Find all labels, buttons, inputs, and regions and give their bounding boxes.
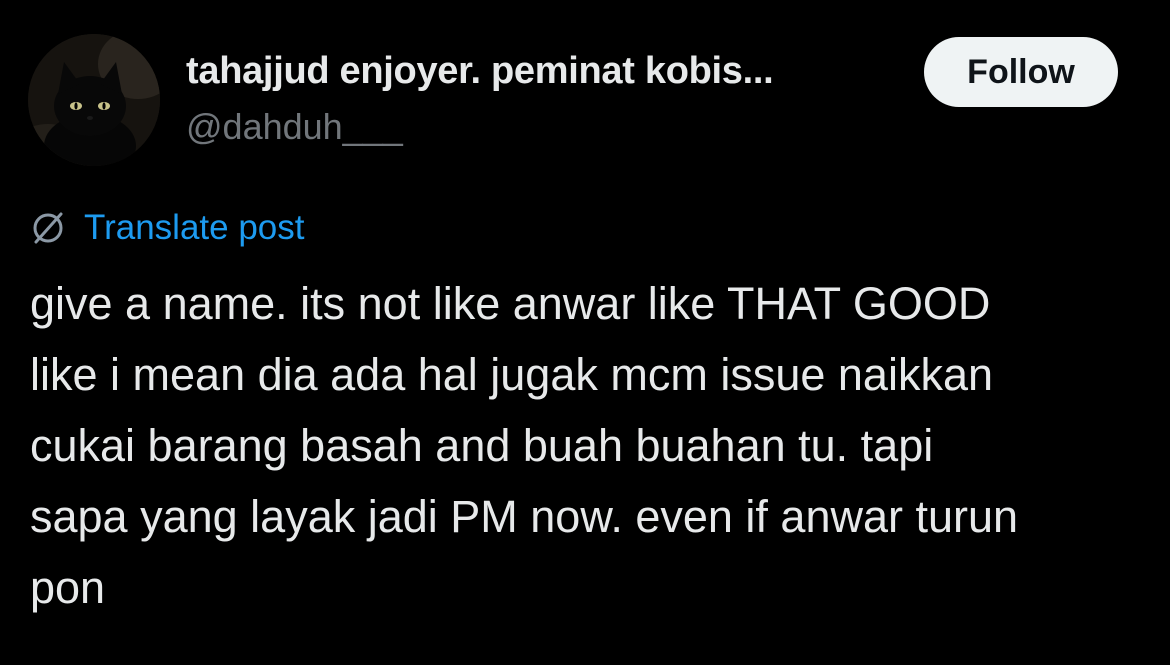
post-text-line: pon bbox=[30, 562, 106, 613]
black-cat-avatar-icon bbox=[28, 34, 160, 166]
avatar[interactable] bbox=[28, 34, 160, 166]
post-text-line: like i mean dia ada hal jugak mcm issue … bbox=[30, 349, 993, 400]
author-handle[interactable]: @dahduh___ bbox=[186, 106, 403, 148]
author-display-name[interactable]: tahajjud enjoyer. peminat kobis... bbox=[186, 50, 774, 93]
post-text-line: sapa yang layak jadi PM now. even if anw… bbox=[30, 491, 1019, 542]
translate-post-label: Translate post bbox=[84, 208, 305, 247]
post-card: tahajjud enjoyer. peminat kobis... @dahd… bbox=[0, 0, 1170, 665]
post-text-line: cukai barang basah and buah buahan tu. t… bbox=[30, 420, 934, 471]
post-text-line: give a name. its not like anwar like THA… bbox=[30, 278, 991, 329]
follow-button[interactable]: Follow bbox=[924, 37, 1118, 107]
post-text: give a name. its not like anwar like THA… bbox=[30, 268, 1155, 623]
translate-post-link[interactable]: Translate post bbox=[30, 206, 304, 250]
globe-slash-icon bbox=[30, 210, 66, 246]
